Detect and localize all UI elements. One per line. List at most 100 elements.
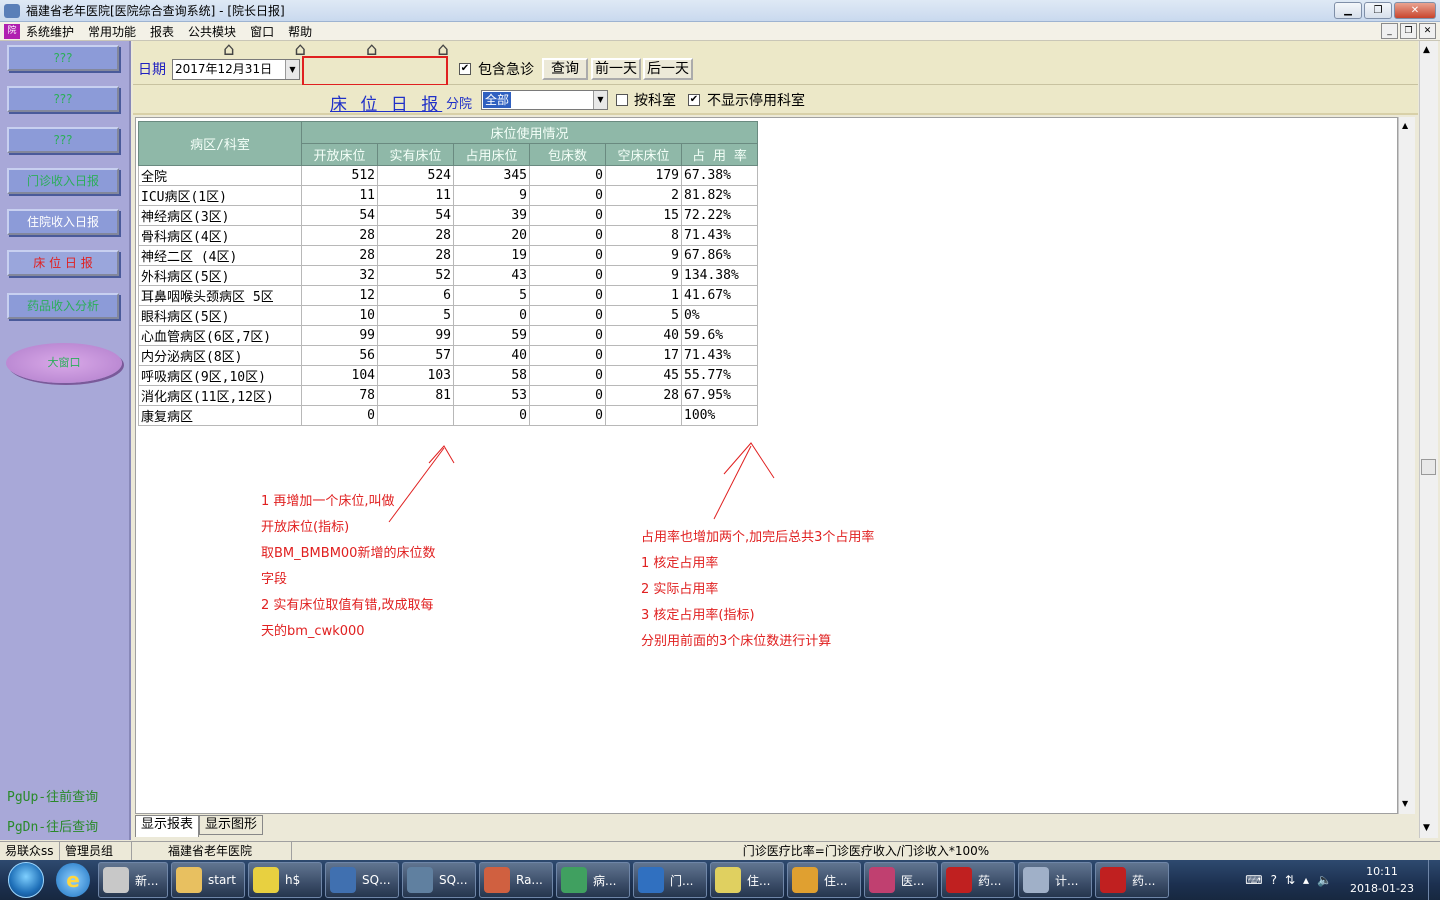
sidebar-oval-button[interactable]: 大窗口 xyxy=(6,343,122,383)
branch-select[interactable]: 全部 ▼ xyxy=(481,90,608,110)
tab-show-report[interactable]: 显示报表 xyxy=(135,815,200,837)
window-title: 福建省老年医院[医院综合查询系统] - [院长日报] xyxy=(26,4,285,18)
mdi-controls: _ ❐ ✕ xyxy=(1381,23,1436,39)
taskbar-item[interactable]: start xyxy=(171,862,245,898)
taskbar-item[interactable]: 病... xyxy=(556,862,630,898)
start-button[interactable] xyxy=(8,862,44,898)
app-icon xyxy=(4,3,20,18)
branch-value: 全部 xyxy=(483,92,512,108)
status-role: 管理员组 xyxy=(60,842,132,861)
taskbar-item[interactable]: SQ... xyxy=(325,862,399,898)
annotation-line: 1 核定占用率 xyxy=(641,556,719,571)
next-day-button[interactable]: 后一天 xyxy=(643,58,693,80)
menu-public[interactable]: 公共模块 xyxy=(188,23,236,40)
show-desktop-button[interactable] xyxy=(1428,860,1440,900)
app-icon xyxy=(103,867,129,893)
mdi-close-button[interactable]: ✕ xyxy=(1419,23,1436,39)
hide-disabled-checkbox[interactable]: ✔ xyxy=(688,94,700,106)
branch-label: 分院 xyxy=(446,97,473,112)
maximize-button[interactable]: ❐ xyxy=(1364,2,1392,19)
pin-icon[interactable]: ⇅ xyxy=(1285,873,1295,887)
menu-system[interactable]: 系统维护 xyxy=(26,23,74,40)
mdi-restore-button[interactable]: ❐ xyxy=(1400,23,1417,39)
minimize-button[interactable]: ▁ xyxy=(1334,2,1362,19)
annotation-line: 字段 xyxy=(261,572,288,587)
taskbar-item[interactable]: 计... xyxy=(1018,862,1092,898)
date-value: 2017年12月31日 xyxy=(175,62,273,76)
status-bar: 易联众ss 管理员组 福建省老年医院 门诊医疗比率=门诊医疗收入/门诊收入*10… xyxy=(0,841,1440,861)
view-tabs: 显示报表 显示图形 xyxy=(135,815,264,837)
taskbar-item[interactable]: 住... xyxy=(710,862,784,898)
scroll-down-icon[interactable]: ▼ xyxy=(1402,799,1408,808)
mdi-minimize-button[interactable]: _ xyxy=(1381,23,1398,39)
query-toolbar: ⌂⌂⌂⌂ 日期 2017年12月31日 ▼ ✔ 包含急诊 查询 前一天 后一天 xyxy=(133,39,1418,86)
sidebar-button-3[interactable]: ??? xyxy=(7,127,119,153)
menu-help[interactable]: 帮助 xyxy=(288,23,312,40)
taskbar-item-label: h$ xyxy=(285,873,301,887)
annotation-line: 2 实有床位取值有错,改成取每 xyxy=(261,598,434,613)
report-scrollbar[interactable]: ▲ ▼ xyxy=(1398,117,1415,814)
app-icon xyxy=(715,867,741,893)
taskbar-item[interactable]: SQ... xyxy=(402,862,476,898)
outer-scrollbar[interactable]: ▲ ▼ xyxy=(1419,41,1438,838)
sidebar: ??? ??? ??? 门诊收入日报 住院收入日报 床 位 日 报 药品收入分析… xyxy=(0,41,131,840)
taskbar-item[interactable]: 门... xyxy=(633,862,707,898)
mdi-child-icon[interactable]: 院 xyxy=(4,23,20,39)
menu-reports[interactable]: 报表 xyxy=(150,23,174,40)
scroll-down-icon[interactable]: ▼ xyxy=(1423,823,1430,833)
sidebar-button-2[interactable]: ??? xyxy=(7,86,119,112)
help-icon[interactable]: ? xyxy=(1271,873,1277,887)
sidebar-button-outpatient-income[interactable]: 门诊收入日报 xyxy=(7,168,119,194)
annotation-line: 开放床位(指标) xyxy=(261,520,350,535)
date-label: 日期 xyxy=(138,62,166,78)
clock[interactable]: 10:11 2018-01-23 xyxy=(1340,863,1424,897)
hide-disabled-label: 不显示停用科室 xyxy=(707,93,805,109)
annotation-line: 1 再增加一个床位,叫做 xyxy=(261,494,395,509)
scroll-thumb[interactable] xyxy=(1421,459,1436,475)
include-emergency-checkbox[interactable]: ✔ xyxy=(459,63,471,75)
taskbar-item[interactable]: 医... xyxy=(864,862,938,898)
date-picker[interactable]: 2017年12月31日 ▼ xyxy=(172,59,300,80)
app-icon xyxy=(484,867,510,893)
scroll-up-icon[interactable]: ▲ xyxy=(1423,45,1430,55)
app-icon xyxy=(869,867,895,893)
tab-show-chart[interactable]: 显示图形 xyxy=(199,815,264,835)
volume-icon[interactable]: 🔈 xyxy=(1317,873,1332,887)
taskbar-item[interactable]: 药... xyxy=(941,862,1015,898)
chevron-down-icon[interactable]: ▼ xyxy=(285,60,299,79)
app-icon xyxy=(330,867,356,893)
taskbar-item[interactable]: h$ xyxy=(248,862,322,898)
report-toolbar: 床 位 日 报 分院 全部 ▼ 按科室 ✔ 不显示停用科室 xyxy=(133,85,1418,115)
chevron-down-icon[interactable]: ▼ xyxy=(593,91,607,109)
taskbar-item[interactable]: Ra... xyxy=(479,862,553,898)
hint-pgdn: PgDn-往后查询 xyxy=(7,820,99,835)
sidebar-button-bed-report[interactable]: 床 位 日 报 xyxy=(7,250,119,276)
keyboard-icon[interactable]: ⌨ xyxy=(1245,873,1262,887)
sidebar-button-inpatient-income[interactable]: 住院收入日报 xyxy=(7,209,119,235)
chevron-up-icon[interactable]: ▴ xyxy=(1303,873,1309,887)
ie-icon[interactable]: e xyxy=(56,863,90,897)
taskbar-item[interactable]: 住... xyxy=(787,862,861,898)
sidebar-button-1[interactable]: ??? xyxy=(7,45,119,71)
taskbar-item-label: Ra... xyxy=(516,873,543,887)
scroll-up-icon[interactable]: ▲ xyxy=(1402,121,1408,130)
taskbar-item-label: 病... xyxy=(593,873,617,888)
taskbar-item-label: 住... xyxy=(747,873,771,888)
sidebar-button-drug-income[interactable]: 药品收入分析 xyxy=(7,293,119,319)
app-icon xyxy=(176,867,202,893)
annotation-line: 占用率也增加两个,加完后总共3个占用率 xyxy=(641,530,875,545)
menu-common[interactable]: 常用功能 xyxy=(88,23,136,40)
taskbar-item-label: 新... xyxy=(135,873,159,888)
taskbar-item[interactable]: 新... xyxy=(98,862,168,898)
taskbar-item-label: 医... xyxy=(901,873,925,888)
by-dept-checkbox[interactable] xyxy=(616,94,628,106)
task-items: 新... start h$ SQ... SQ... Ra... 病... 门... 住... 住.… xyxy=(98,862,1172,898)
report-area: 病区/科室 床位使用情况 开放床位 实有床位 占用床位 包床数 空床床位 占 用… xyxy=(135,117,1398,814)
query-button[interactable]: 查询 xyxy=(542,58,588,80)
prev-day-button[interactable]: 前一天 xyxy=(591,58,641,80)
app-icon xyxy=(1023,867,1049,893)
taskbar-item[interactable]: 药... xyxy=(1095,862,1169,898)
close-button[interactable]: ✕ xyxy=(1394,2,1436,19)
menu-window[interactable]: 窗口 xyxy=(250,23,274,40)
taskbar-item-label: 计... xyxy=(1055,873,1079,888)
